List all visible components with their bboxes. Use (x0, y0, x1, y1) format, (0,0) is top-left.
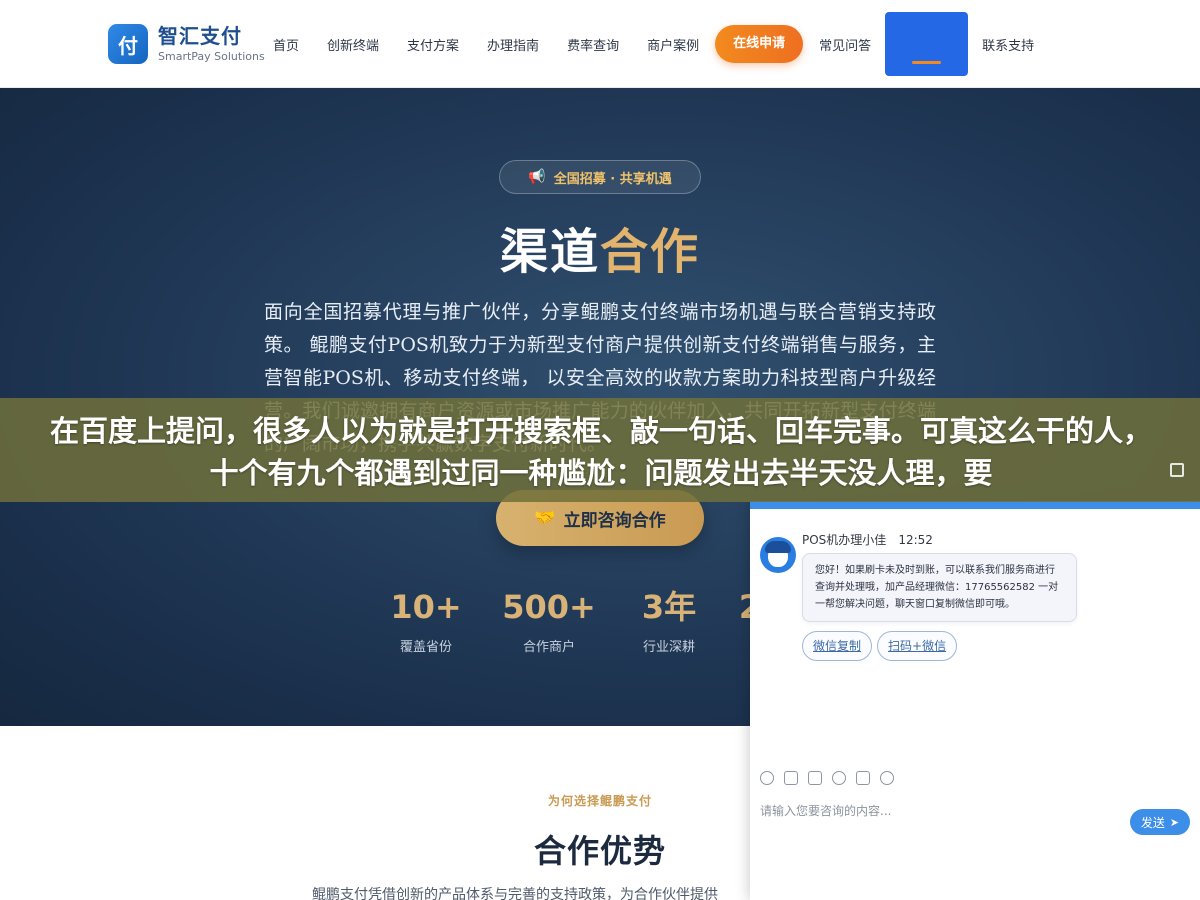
scan-wechat-chip[interactable]: 扫码+微信 (877, 631, 958, 661)
banner-text: 在百度上提问，很多人以为就是打开搜索框、敲一句话、回车完事。可真这么干的人，十个… (49, 414, 1152, 490)
chat-toolbar (760, 771, 904, 785)
nav-item-support[interactable]: 联系支持 (968, 35, 1048, 54)
stat-provinces: 10+ 覆盖省份 (371, 586, 481, 655)
stat-number: 500+ (502, 588, 596, 626)
handshake-icon: 🤝 (534, 508, 556, 528)
logo[interactable]: 付 智汇支付 SmartPay Solutions (108, 24, 265, 64)
send-button[interactable]: 发送 ➤ (1130, 809, 1190, 835)
consult-button-label: 立即咨询合作 (563, 510, 666, 531)
stat-label: 覆盖省份 (399, 640, 452, 655)
nav-active-label: 渠道合作 (894, 36, 959, 55)
message-bubble: 您好！如果刷卡未及时到账，可以联系我们服务商进行查询并处理哦，加产品经理微信：1… (802, 553, 1077, 622)
avatar-hair (765, 541, 791, 553)
nav-item-guide[interactable]: 办理指南 (473, 35, 553, 54)
nav-item-faq[interactable]: 常见问答 (805, 35, 885, 54)
sender-name: POS机办理小佳 (802, 533, 887, 547)
rating-icon[interactable] (832, 771, 846, 785)
transfer-icon[interactable] (880, 771, 894, 785)
chat-widget: POS机办理小佳 12:52 您好！如果刷卡未及时到账，可以联系我们服务商进行查询… (750, 501, 1200, 900)
message-sender: POS机办理小佳 12:52 (802, 531, 933, 548)
active-underline (912, 61, 942, 64)
nav-item-cases[interactable]: 商户案例 (633, 35, 713, 54)
chat-input[interactable] (760, 801, 1120, 821)
emoji-icon[interactable] (760, 771, 774, 785)
stat-label: 行业深耕 (642, 640, 695, 655)
voice-icon[interactable] (856, 771, 870, 785)
send-label: 发送 (1140, 815, 1165, 830)
banner-close-icon[interactable] (1170, 463, 1184, 477)
nav-item-terminals[interactable]: 创新终端 (313, 35, 393, 54)
nav-item-rates[interactable]: 费率查询 (553, 35, 633, 54)
speaker-icon: 📢 (528, 169, 546, 185)
site-header: 付 智汇支付 SmartPay Solutions 首页 创新终端 支付方案 办… (0, 0, 1200, 88)
stat-merchants: 500+ 合作商户 (494, 586, 604, 655)
image-icon[interactable] (784, 771, 798, 785)
apply-online-button[interactable]: 在线申请 (715, 25, 804, 63)
screenshot-icon[interactable] (808, 771, 822, 785)
copy-wechat-chip[interactable]: 微信复制 (802, 631, 873, 661)
message-time: 12:52 (898, 533, 933, 547)
hero-title-white: 渠道 (499, 224, 600, 280)
logo-name: 智汇支付 (158, 24, 242, 48)
stat-number: 10+ (390, 588, 462, 626)
stat-label: 合作商户 (522, 640, 575, 655)
send-arrow-icon: ➤ (1169, 815, 1180, 829)
nav-item-channel-active[interactable]: 渠道合作 (885, 12, 969, 76)
main-nav: 首页 创新终端 支付方案 办理指南 费率查询 商户案例 在线申请 常见问答 渠道… (259, 12, 1048, 76)
hero-title-gold: 合作 (600, 224, 701, 280)
agent-avatar (760, 537, 796, 573)
hero-badge-text: 全国招募 · 共享机遇 (553, 171, 672, 187)
chat-topbar (750, 501, 1200, 509)
nav-item-home[interactable]: 首页 (259, 35, 313, 54)
logo-mark: 付 (108, 24, 148, 64)
quick-reply-row: 微信复制 扫码+微信 (802, 631, 962, 661)
hero-badge: 📢 全国招募 · 共享机遇 (499, 160, 701, 194)
overlay-banner: 在百度上提问，很多人以为就是打开搜索框、敲一句话、回车完事。可真这么干的人，十个… (0, 398, 1200, 502)
hero-title: 渠道合作 (0, 220, 1200, 284)
nav-item-solutions[interactable]: 支付方案 (393, 35, 473, 54)
logo-tagline: SmartPay Solutions (158, 50, 265, 63)
